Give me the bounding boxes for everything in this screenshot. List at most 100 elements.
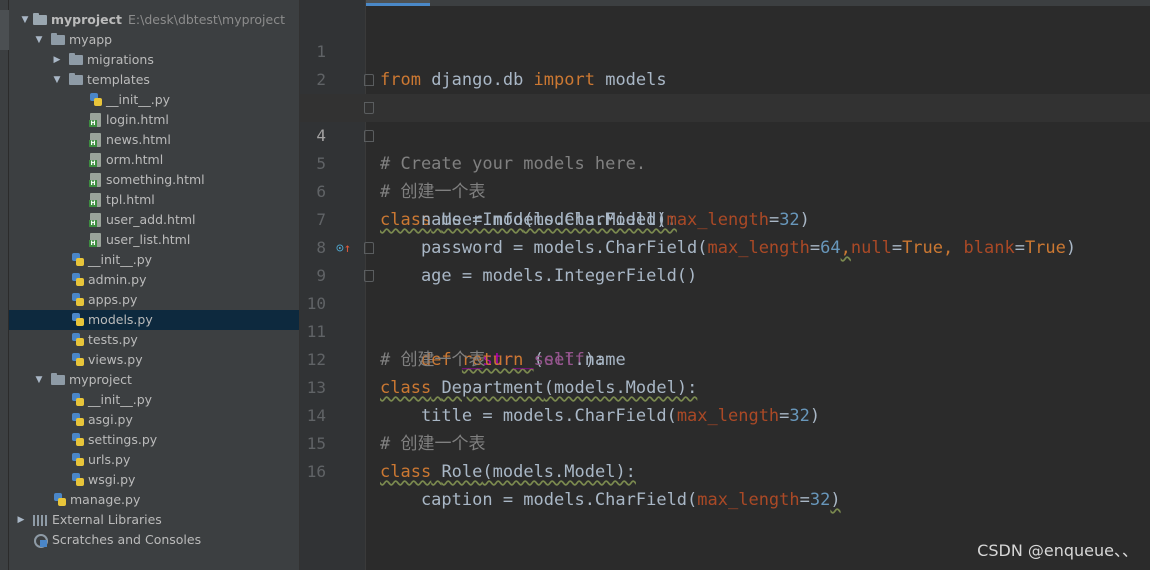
tree-item-user-add-html[interactable]: user_add.html xyxy=(9,210,299,230)
html-file-icon xyxy=(89,193,103,207)
code-editor[interactable]: 1 from django.db import models 2 3 # Cre… xyxy=(300,0,1150,570)
code-line[interactable]: 16 caption = models.CharField(max_length… xyxy=(300,430,1150,510)
project-tool-window-button[interactable] xyxy=(0,10,9,50)
html-file-icon xyxy=(89,113,103,127)
tree-item-label: Scratches and Consoles xyxy=(52,532,202,547)
code-line[interactable]: 5 class UserInfo(models.Model): xyxy=(300,122,1150,230)
tool-window-strip[interactable] xyxy=(0,0,9,570)
python-file-icon xyxy=(71,473,85,487)
tree-item-settings-py[interactable]: settings.py xyxy=(9,430,299,450)
scratches-icon xyxy=(33,533,48,548)
project-tree-panel: ▼ myproject E:\desk\dbtest\myproject ▼ my… xyxy=(9,0,300,570)
html-file-icon xyxy=(89,133,103,147)
tree-item-orm-html[interactable]: orm.html xyxy=(9,150,299,170)
tree-item-urls-py[interactable]: urls.py xyxy=(9,450,299,470)
tree-item-manage-py[interactable]: manage.py xyxy=(9,490,299,510)
code-line[interactable]: 10 return self.name xyxy=(300,262,1150,370)
tree-item-label: myapp xyxy=(69,32,113,47)
tree-item-label: admin.py xyxy=(88,272,147,287)
folder-icon xyxy=(51,373,65,387)
code-line-current[interactable]: 4 # 创建一个表 xyxy=(300,94,1150,202)
html-file-icon xyxy=(89,233,103,247)
project-name: myproject xyxy=(51,12,123,27)
html-file-icon xyxy=(89,153,103,167)
tree-item-label: news.html xyxy=(106,132,171,147)
code-text: class Role(models.Model): xyxy=(380,462,636,482)
python-file-icon xyxy=(71,293,85,307)
chevron-down-icon[interactable]: ▼ xyxy=(19,10,31,30)
code-line[interactable]: 3 # Create your models here. xyxy=(300,66,1150,174)
tree-item-myapp[interactable]: ▼ myapp xyxy=(9,30,299,50)
tree-item-label: apps.py xyxy=(88,292,138,307)
tree-item-label: views.py xyxy=(88,352,143,367)
folder-icon xyxy=(33,13,47,27)
tree-item-tpl-html[interactable]: tpl.html xyxy=(9,190,299,210)
tree-item-views-py[interactable]: views.py xyxy=(9,350,299,370)
tree-root-myproject[interactable]: ▼ myproject E:\desk\dbtest\myproject xyxy=(9,10,299,30)
tree-item-news-html[interactable]: news.html xyxy=(9,130,299,150)
chevron-down-icon[interactable]: ▼ xyxy=(33,30,45,50)
folder-icon xyxy=(51,33,65,47)
code-line[interactable]: 12 class Department(models.Model): xyxy=(300,318,1150,398)
tree-item-external-libraries[interactable]: ▶ External Libraries xyxy=(9,510,299,530)
tree-item-label: settings.py xyxy=(88,432,158,447)
tree-item-login-html[interactable]: login.html xyxy=(9,110,299,130)
fold-marker-icon[interactable] xyxy=(364,102,374,114)
tree-item-templates[interactable]: ▼ templates xyxy=(9,70,299,90)
tree-item-label: user_add.html xyxy=(106,212,196,227)
python-file-icon xyxy=(71,433,85,447)
tree-item-label: __init__.py xyxy=(88,252,153,267)
tree-item-something-html[interactable]: something.html xyxy=(9,170,299,190)
tree-item-label: orm.html xyxy=(106,152,164,167)
fold-marker-icon[interactable] xyxy=(364,74,374,86)
fold-marker-icon[interactable] xyxy=(364,270,374,282)
fold-marker-icon[interactable] xyxy=(364,130,374,142)
project-path: E:\desk\dbtest\myproject xyxy=(128,12,285,27)
python-file-icon xyxy=(71,453,85,467)
chevron-down-icon[interactable]: ▼ xyxy=(51,70,63,90)
code-line[interactable]: 9 ⊙↑ def __str__(self): xyxy=(300,234,1150,370)
python-file-icon xyxy=(71,273,85,287)
code-line[interactable]: 15 class Role(models.Model): xyxy=(300,402,1150,482)
tree-item-myproject-package[interactable]: ▼ myproject xyxy=(9,370,299,390)
code-line[interactable]: 1 from django.db import models xyxy=(300,10,1150,90)
tree-item-apps-py[interactable]: apps.py xyxy=(9,290,299,310)
html-file-icon xyxy=(89,173,103,187)
code-line[interactable]: 7 password = models.CharField(max_length… xyxy=(300,178,1150,258)
tree-item-label: manage.py xyxy=(70,492,141,507)
tree-item-tests-py[interactable]: tests.py xyxy=(9,330,299,350)
code-line[interactable]: 2 xyxy=(300,38,1150,89)
tree-item-asgi-py[interactable]: asgi.py xyxy=(9,410,299,430)
chevron-down-icon[interactable]: ▼ xyxy=(33,370,45,390)
tree-item-myproject-init[interactable]: __init__.py xyxy=(9,390,299,410)
tree-item-label: __init__.py xyxy=(88,392,153,407)
code-line[interactable]: 13 title = models.CharField(max_length=3… xyxy=(300,346,1150,426)
tree-item-scratches[interactable]: Scratches and Consoles xyxy=(9,530,299,550)
tree-item-label: something.html xyxy=(106,172,205,187)
override-method-icon[interactable]: ⊙↑ xyxy=(336,239,352,257)
tree-item-admin-py[interactable]: admin.py xyxy=(9,270,299,290)
tree-item-label: wsgi.py xyxy=(88,472,136,487)
code-line[interactable]: 14 # 创建一个表 xyxy=(300,374,1150,454)
tree-item-user-list-html[interactable]: user_list.html xyxy=(9,230,299,250)
tree-item-label: External Libraries xyxy=(52,512,162,527)
fold-marker-icon[interactable] xyxy=(364,242,374,254)
chevron-right-icon[interactable]: ▶ xyxy=(15,510,27,530)
code-line[interactable]: 11 # 创建一个表 xyxy=(300,290,1150,370)
tree-item-label: models.py xyxy=(88,312,153,327)
tree-item-wsgi-py[interactable]: wsgi.py xyxy=(9,470,299,490)
tree-item-migrations[interactable]: ▶ migrations xyxy=(9,50,299,70)
tree-item-myapp-init[interactable]: __init__.py xyxy=(9,250,299,270)
tree-item-label: migrations xyxy=(87,52,154,67)
python-file-icon xyxy=(71,313,85,327)
code-line[interactable]: 8 age = models.IntegerField() xyxy=(300,206,1150,286)
python-file-icon xyxy=(53,493,67,507)
chevron-right-icon[interactable]: ▶ xyxy=(51,50,63,70)
code-line[interactable]: 6 name = models.CharField(max_length=32) xyxy=(300,150,1150,230)
tree-item-models-py[interactable]: models.py xyxy=(9,310,299,330)
watermark: CSDN @enqueue、、 xyxy=(977,541,1138,560)
tree-item-templates-init[interactable]: __init__.py xyxy=(9,90,299,110)
python-file-icon xyxy=(71,333,85,347)
editor-tab-bar[interactable] xyxy=(300,0,1150,6)
tree-item-label: urls.py xyxy=(88,452,131,467)
